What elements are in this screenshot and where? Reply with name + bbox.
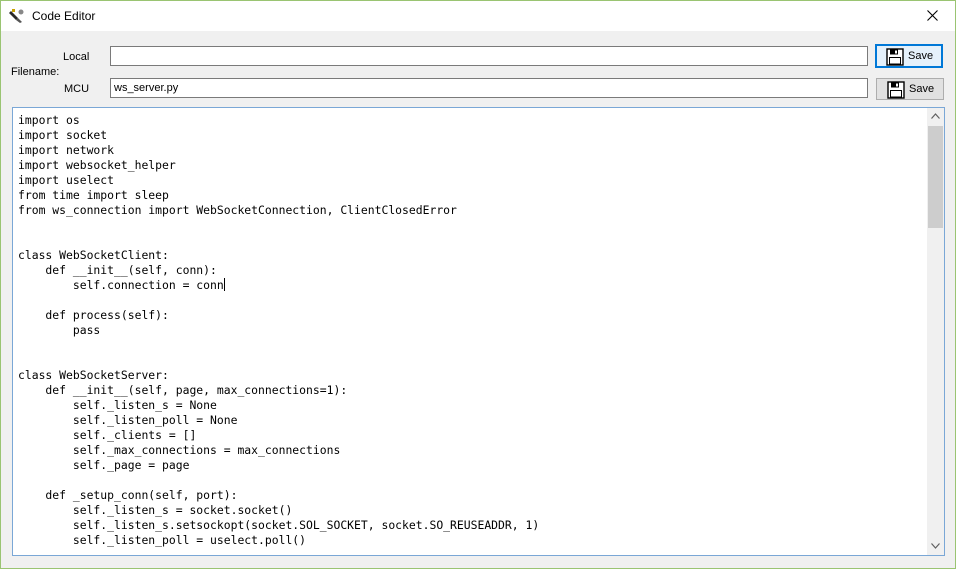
code-line[interactable]: import uselect — [18, 173, 539, 188]
code-line[interactable] — [18, 233, 539, 248]
code-line[interactable]: self._listen_s = socket.socket() — [18, 503, 539, 518]
code-text[interactable]: import os import socket import network impo… — [18, 113, 539, 548]
code-line[interactable]: def __init__(self, conn): — [18, 263, 539, 278]
editor-app-icon — [9, 8, 25, 24]
code-line[interactable] — [18, 293, 539, 308]
window-title: Code Editor — [32, 9, 96, 23]
local-label: Local — [63, 51, 90, 63]
filename-label: Filename: — [11, 66, 60, 78]
code-line[interactable]: import socket — [18, 128, 539, 143]
code-line[interactable]: self._page = page — [18, 458, 539, 473]
code-line[interactable]: import os — [18, 113, 539, 128]
code-line[interactable]: class WebSocketClient: — [18, 248, 539, 263]
code-line[interactable]: def process(self): — [18, 308, 539, 323]
code-line[interactable]: self._listen_s = None — [18, 398, 539, 413]
floppy-disk-icon — [887, 81, 905, 99]
code-line[interactable]: import websocket_helper — [18, 158, 539, 173]
close-icon — [927, 10, 938, 21]
code-line[interactable]: self._listen_s.setsockopt(socket.SOL_SOC… — [18, 518, 539, 533]
code-line[interactable]: self._listen_poll = uselect.poll() — [18, 533, 539, 548]
mcu-filename-input[interactable] — [110, 78, 868, 98]
vertical-scrollbar[interactable] — [927, 108, 944, 555]
code-editor-area[interactable]: import os import socket import network impo… — [12, 107, 945, 556]
scroll-down-button[interactable] — [927, 538, 944, 555]
code-line[interactable]: def _setup_conn(self, port): — [18, 488, 539, 503]
title-bar[interactable]: Code Editor — [1, 1, 955, 31]
code-line[interactable]: self._listen_poll = None — [18, 413, 539, 428]
code-line[interactable]: self._max_connections = max_connections — [18, 443, 539, 458]
code-line[interactable]: self.connection = conn — [18, 278, 539, 293]
code-line[interactable] — [18, 338, 539, 353]
save-mcu-label: Save — [909, 83, 935, 95]
floppy-disk-icon — [886, 48, 904, 66]
code-line[interactable]: def __init__(self, page, max_connections… — [18, 383, 539, 398]
code-line[interactable]: pass — [18, 323, 539, 338]
local-filename-input[interactable] — [110, 46, 868, 66]
mcu-label: MCU — [64, 83, 90, 95]
code-editor-window: Code Editor Filename: Local MCU Save Sav… — [0, 0, 956, 569]
text-caret — [223, 278, 225, 291]
scrollbar-thumb[interactable] — [928, 126, 943, 228]
code-line[interactable]: from time import sleep — [18, 188, 539, 203]
close-button[interactable] — [910, 1, 955, 31]
chevron-up-icon — [931, 113, 940, 119]
code-line[interactable]: from ws_connection import WebSocketConne… — [18, 203, 539, 218]
code-line[interactable]: import network — [18, 143, 539, 158]
save-local-label: Save — [908, 50, 934, 62]
save-local-button[interactable]: Save — [875, 44, 943, 68]
code-line[interactable] — [18, 353, 539, 368]
code-line[interactable] — [18, 473, 539, 488]
code-line[interactable]: class WebSocketServer: — [18, 368, 539, 383]
code-line[interactable]: self._clients = [] — [18, 428, 539, 443]
code-line[interactable] — [18, 218, 539, 233]
chevron-down-icon — [931, 543, 940, 549]
scroll-up-button[interactable] — [927, 108, 944, 125]
save-mcu-button[interactable]: Save — [876, 78, 944, 100]
